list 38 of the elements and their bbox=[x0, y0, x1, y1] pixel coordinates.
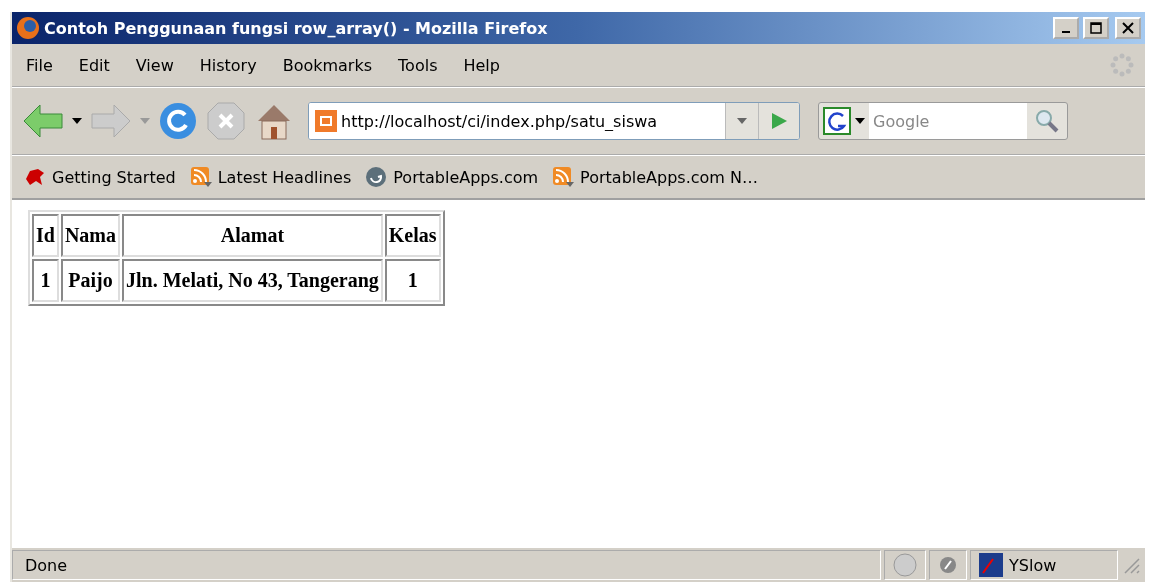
rss-icon bbox=[189, 166, 212, 188]
dropdown-caret-icon[interactable] bbox=[72, 118, 82, 124]
bookmark-link[interactable]: PortableApps.com bbox=[393, 167, 539, 187]
menu-item[interactable]: File bbox=[22, 55, 66, 75]
maximize-icon bbox=[1090, 22, 1102, 34]
menu-item[interactable]: Help bbox=[450, 55, 513, 75]
close-button[interactable] bbox=[1115, 17, 1141, 39]
table-cell: 1 bbox=[32, 259, 59, 302]
table-header: Kelas bbox=[384, 214, 441, 257]
table-header: Nama bbox=[60, 214, 120, 257]
menu-item[interactable]: View bbox=[122, 55, 187, 75]
table-header: Alamat bbox=[122, 214, 383, 257]
menu-item[interactable]: Tools bbox=[385, 55, 451, 75]
throbber-icon bbox=[1109, 52, 1135, 78]
back-arrow-icon[interactable] bbox=[22, 103, 64, 139]
maximize-button[interactable] bbox=[1083, 17, 1109, 39]
circle-icon bbox=[893, 553, 917, 577]
bookmark-link[interactable]: Getting Started bbox=[52, 167, 176, 187]
table-cell: Jln. Melati, No 43, Tangerang bbox=[122, 259, 383, 302]
table-cell: Paijo bbox=[60, 259, 120, 302]
stop-icon[interactable] bbox=[206, 101, 246, 141]
bookmark-link[interactable]: Latest Headlines bbox=[217, 167, 352, 187]
window-title: Contoh Penggunaan fungsi row_array() - Mozilla Firefox bbox=[44, 18, 549, 38]
slashed-circle-icon bbox=[938, 555, 958, 575]
close-icon bbox=[1122, 22, 1134, 34]
rss-icon bbox=[552, 166, 575, 188]
yslow-button[interactable]: YSlow bbox=[970, 550, 1118, 580]
menu-item[interactable]: History bbox=[186, 55, 270, 75]
status-text: Done bbox=[12, 550, 881, 580]
reload-icon[interactable] bbox=[158, 101, 198, 141]
minimize-icon bbox=[1062, 31, 1070, 33]
globe-icon bbox=[365, 166, 388, 188]
menu-item[interactable]: Edit bbox=[65, 55, 123, 75]
menu-item[interactable]: Bookmarks bbox=[269, 55, 386, 75]
table-header: Id bbox=[32, 214, 59, 257]
table-cell: 1 bbox=[384, 259, 441, 302]
bookmark-link[interactable]: PortableApps.com N… bbox=[580, 167, 758, 187]
minimize-button[interactable] bbox=[1053, 17, 1079, 39]
